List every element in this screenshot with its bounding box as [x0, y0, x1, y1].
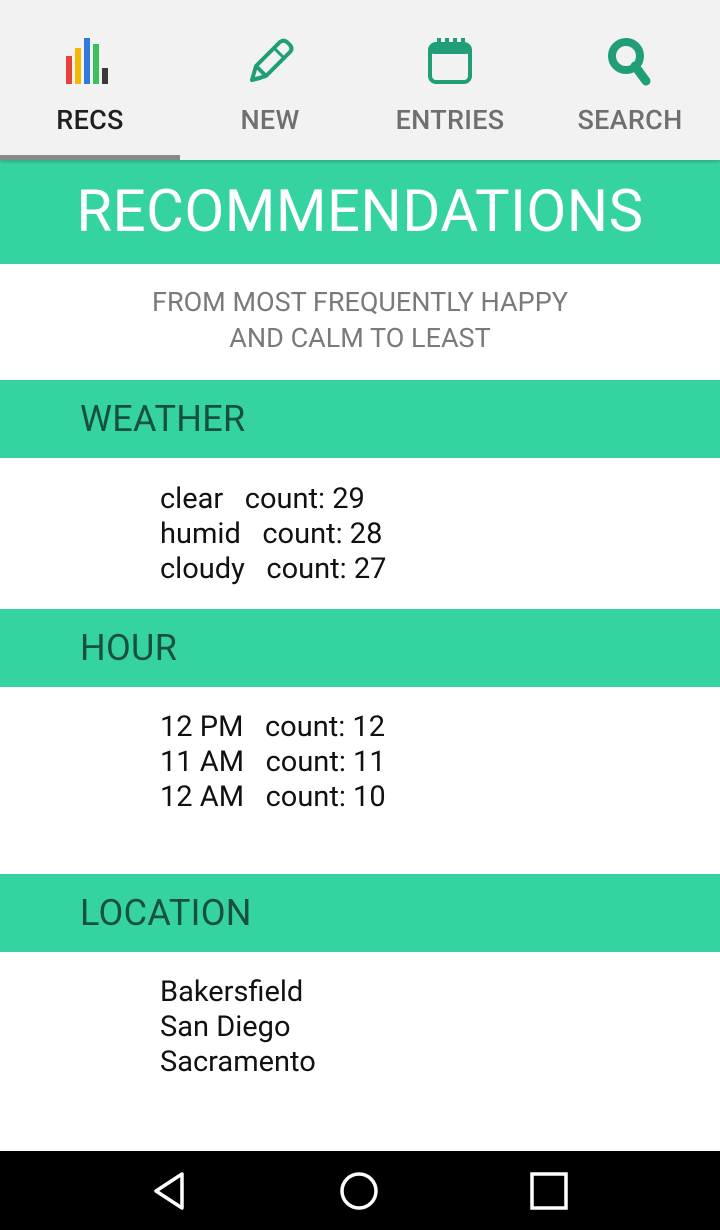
recents-icon[interactable] [527, 1169, 571, 1213]
tab-label: NEW [240, 104, 300, 136]
back-icon[interactable] [148, 1169, 192, 1213]
subtitle-line: FROM MOST FREQUENTLY HAPPY [152, 286, 568, 318]
search-icon [608, 38, 651, 86]
page-title: RECOMMENDATIONS [76, 178, 644, 246]
tab-new[interactable]: NEW [180, 0, 360, 160]
subtitle: FROM MOST FREQUENTLY HAPPY AND CALM TO L… [0, 284, 720, 356]
list-item: Bakersfield [160, 975, 304, 1009]
list-item: San Diego [160, 1010, 291, 1044]
hour-list: 12 PM count: 12 11 AM count: 11 12 AM co… [160, 710, 386, 815]
list-item: clear count: 29 [160, 482, 365, 516]
hour-section-header: HOUR [0, 609, 720, 687]
tab-label: ENTRIES [395, 104, 505, 136]
section-heading: LOCATION [80, 892, 252, 934]
weather-list: clear count: 29 humid count: 28 cloudy c… [160, 482, 386, 587]
active-tab-indicator [0, 155, 180, 160]
tab-label: SEARCH [577, 104, 683, 136]
location-list: Bakersfield San Diego Sacramento [160, 975, 316, 1080]
pencil-icon [250, 38, 294, 82]
list-item: 11 AM count: 11 [160, 745, 386, 779]
weather-section-header: WEATHER [0, 380, 720, 458]
title-banner: RECOMMENDATIONS [0, 160, 720, 264]
list-item: 12 AM count: 10 [160, 780, 386, 814]
list-item: 12 PM count: 12 [160, 710, 386, 744]
system-nav-bar [0, 1151, 720, 1230]
tab-recs[interactable]: RECS [0, 0, 180, 160]
list-item: humid count: 28 [160, 517, 383, 551]
section-heading: HOUR [80, 627, 178, 669]
tab-bar: RECS NEW ENTRIES SEARCH [0, 0, 720, 160]
subtitle-line: AND CALM TO LEAST [229, 322, 491, 354]
tab-label: RECS [56, 104, 124, 136]
section-heading: WEATHER [80, 398, 246, 440]
bar-chart-icon [66, 38, 108, 84]
tab-search[interactable]: SEARCH [540, 0, 720, 160]
list-item: Sacramento [160, 1045, 316, 1079]
tab-entries[interactable]: ENTRIES [360, 0, 540, 160]
list-item: cloudy count: 27 [160, 552, 387, 586]
calendar-icon [428, 38, 472, 84]
location-section-header: LOCATION [0, 874, 720, 952]
home-icon[interactable] [337, 1169, 381, 1213]
